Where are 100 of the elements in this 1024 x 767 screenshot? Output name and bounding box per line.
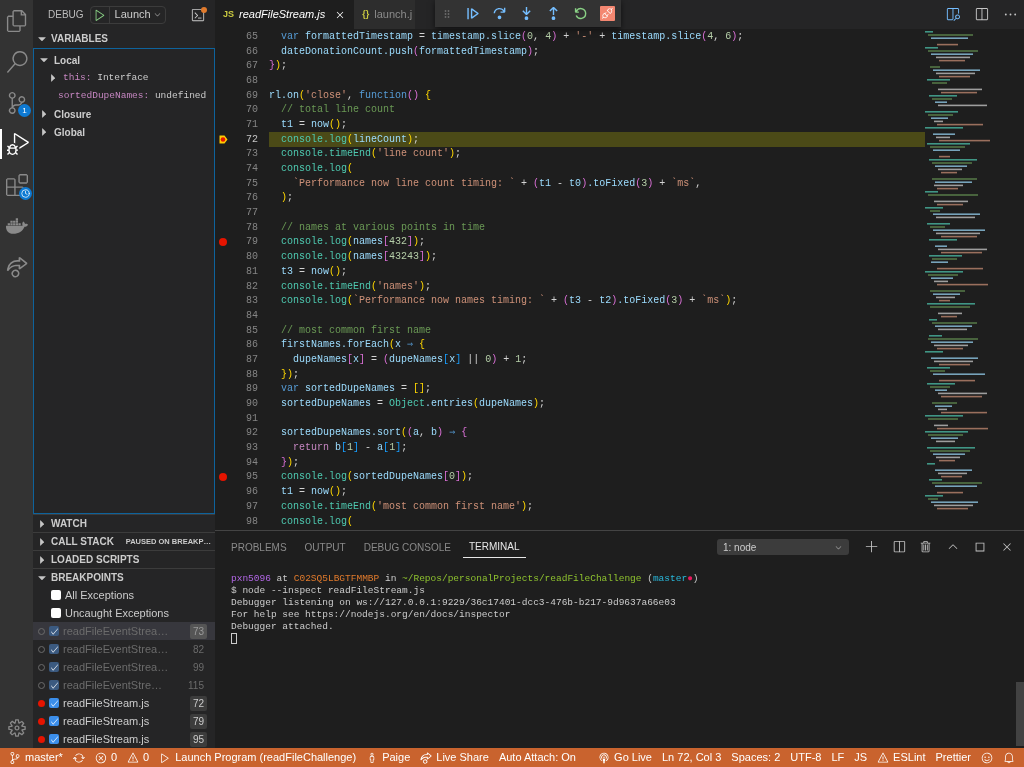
checkbox[interactable] <box>51 590 61 600</box>
variable-item[interactable]: this: Interface <box>34 69 214 87</box>
file-type-icon: {} <box>362 7 370 22</box>
code-line: // most common first name <box>280 323 432 338</box>
user-status[interactable]: Paige <box>361 748 416 767</box>
breakpoint-item[interactable]: readFileEventStrea… 82 <box>33 640 215 658</box>
line-number: 94 <box>245 455 258 470</box>
breakpoint-item[interactable]: readFileStream.js 79 <box>33 712 215 730</box>
section-header[interactable]: WATCH <box>33 514 215 532</box>
breakpoint-item[interactable]: readFileEventStre… 115 <box>33 676 215 694</box>
checkbox[interactable] <box>51 608 61 618</box>
warnings-status[interactable]: 0 <box>122 748 155 767</box>
restart-icon[interactable] <box>573 6 588 21</box>
expand-icon <box>37 554 47 565</box>
status-item[interactable]: JS <box>849 748 873 767</box>
code-line: console.timeEnd('line count'); <box>280 147 462 162</box>
launch-status[interactable]: Launch Program (readFileChallenge) <box>154 748 362 767</box>
section-header[interactable]: VARIABLES <box>33 29 215 48</box>
trash-icon[interactable] <box>919 540 933 554</box>
checkbox[interactable] <box>49 626 59 636</box>
warning-icon <box>127 751 140 764</box>
terminal-icon[interactable] <box>189 7 206 22</box>
breakpoint-label: readFileEventStre… <box>63 677 163 693</box>
breakpoint-label: readFileStream.js <box>63 731 150 747</box>
breakpoint-item[interactable]: readFileEventStrea… 99 <box>33 658 215 676</box>
line-number: 85 <box>245 323 258 338</box>
current-breakpoint-icon[interactable] <box>218 134 228 144</box>
eslint-status[interactable]: ESLint <box>872 748 931 767</box>
status-item[interactable]: Prettier <box>930 748 976 767</box>
status-item[interactable]: Ln 72, Col 3 <box>657 748 727 767</box>
play-icon <box>159 751 172 764</box>
status-item[interactable]: UTF-8 <box>785 748 827 767</box>
whale-icon <box>5 215 28 237</box>
breakpoint-label: All Exceptions <box>65 587 135 603</box>
scope-item[interactable]: Global <box>34 123 214 141</box>
step-out-icon[interactable] <box>546 6 561 21</box>
line-number: 82 <box>245 279 258 294</box>
add-icon[interactable] <box>865 540 879 554</box>
code-line: ); <box>280 191 294 206</box>
sync-icon <box>72 751 85 764</box>
status-item[interactable]: Auto Attach: On <box>493 748 581 767</box>
scope-item[interactable]: Closure <box>34 105 214 123</box>
continue-icon[interactable] <box>465 6 480 21</box>
branch-status[interactable]: master* <box>4 748 68 767</box>
go-live-status[interactable]: Go Live <box>593 748 657 767</box>
section-header[interactable]: BREAKPOINTS <box>33 568 215 586</box>
broadcast-icon <box>598 751 611 764</box>
source-control-tab[interactable]: 1 <box>0 88 33 118</box>
code-line: t3 = now(); <box>280 264 348 279</box>
panel-tab[interactable]: OUTPUT <box>298 536 352 558</box>
panel-tab[interactable]: TERMINAL <box>462 536 526 558</box>
launch-config-select[interactable]: Launch <box>89 5 166 24</box>
line-number: 76 <box>245 191 258 206</box>
code-line: var sortedDupeNames = []; <box>280 382 432 397</box>
breakpoint-item[interactable]: readFileStream.js 95 <box>33 730 215 748</box>
checkbox[interactable] <box>49 716 59 726</box>
maximize-icon[interactable] <box>973 540 987 554</box>
step-over-icon[interactable] <box>492 6 507 21</box>
breakpoint-item[interactable]: Uncaught Exceptions <box>33 604 215 622</box>
line-number: 97 <box>245 499 258 514</box>
line-number: 84 <box>245 308 258 323</box>
bell-icon <box>1003 751 1015 764</box>
live-share-status[interactable]: Live Share <box>415 748 494 767</box>
code-line: }); <box>280 367 300 382</box>
breakpoint-item[interactable]: readFileStream.js 72 <box>33 694 215 712</box>
terminal-line: Debugger attached. <box>231 621 334 633</box>
errors-status[interactable]: 0 <box>89 748 123 767</box>
status-item[interactable]: LF <box>826 748 850 767</box>
breakpoint-item[interactable]: All Exceptions <box>33 586 215 604</box>
scrollbar-thumb[interactable] <box>1016 682 1024 746</box>
breakpoint-line-number: 73 <box>189 623 207 639</box>
file-type-icon: JS <box>223 7 234 22</box>
terminal-select[interactable]: 1: node <box>717 539 849 555</box>
terminal-line: Debugger listening on ws://127.0.0.1:9229/36c17401-dcc3-476b-b217-9d9637a66e03 <box>231 597 676 609</box>
terminal-line: For help see https://nodejs.org/en/docs/inspector <box>231 609 511 621</box>
line-number: 83 <box>245 294 258 309</box>
split-terminal-icon[interactable] <box>892 540 906 554</box>
line-number: 91 <box>245 411 258 426</box>
panel-tab[interactable]: DEBUG CONSOLE <box>357 536 457 558</box>
expand-icon <box>37 536 47 547</box>
variable-item[interactable]: sortedDupeNames: undefined <box>34 87 214 105</box>
live-share-icon <box>5 256 28 278</box>
section-header[interactable]: LOADED SCRIPTS <box>33 550 215 568</box>
panel-tab[interactable]: PROBLEMS <box>225 536 293 558</box>
editor-tab[interactable]: JS readFileStream.js <box>215 0 355 29</box>
checkbox[interactable] <box>49 644 59 654</box>
checkbox[interactable] <box>49 734 59 744</box>
checkbox[interactable] <box>49 698 59 708</box>
code-line: dateDonationCount.push(formattedTimestamp); <box>280 44 540 59</box>
code-line: }); <box>280 455 300 470</box>
terminal-line: pxn5096 at C02SQ5LBGTFMMBP in ~/Repos/personalProjects/readFileChallenge (master●) <box>231 573 699 585</box>
editor-tab[interactable]: {} launch.j <box>354 0 416 29</box>
open-changes-icon[interactable] <box>945 7 960 22</box>
scope-item[interactable]: Local <box>34 51 214 69</box>
code-line: `Performance now line count timing: ` + (t1 - t0).toFixed(3) + `ms`, <box>292 176 702 191</box>
split-editor-icon[interactable] <box>974 7 989 22</box>
checkbox[interactable] <box>49 680 59 690</box>
status-item[interactable]: Spaces: 2 <box>726 748 786 767</box>
checkbox[interactable] <box>49 662 59 672</box>
settings-icon[interactable] <box>6 718 27 738</box>
